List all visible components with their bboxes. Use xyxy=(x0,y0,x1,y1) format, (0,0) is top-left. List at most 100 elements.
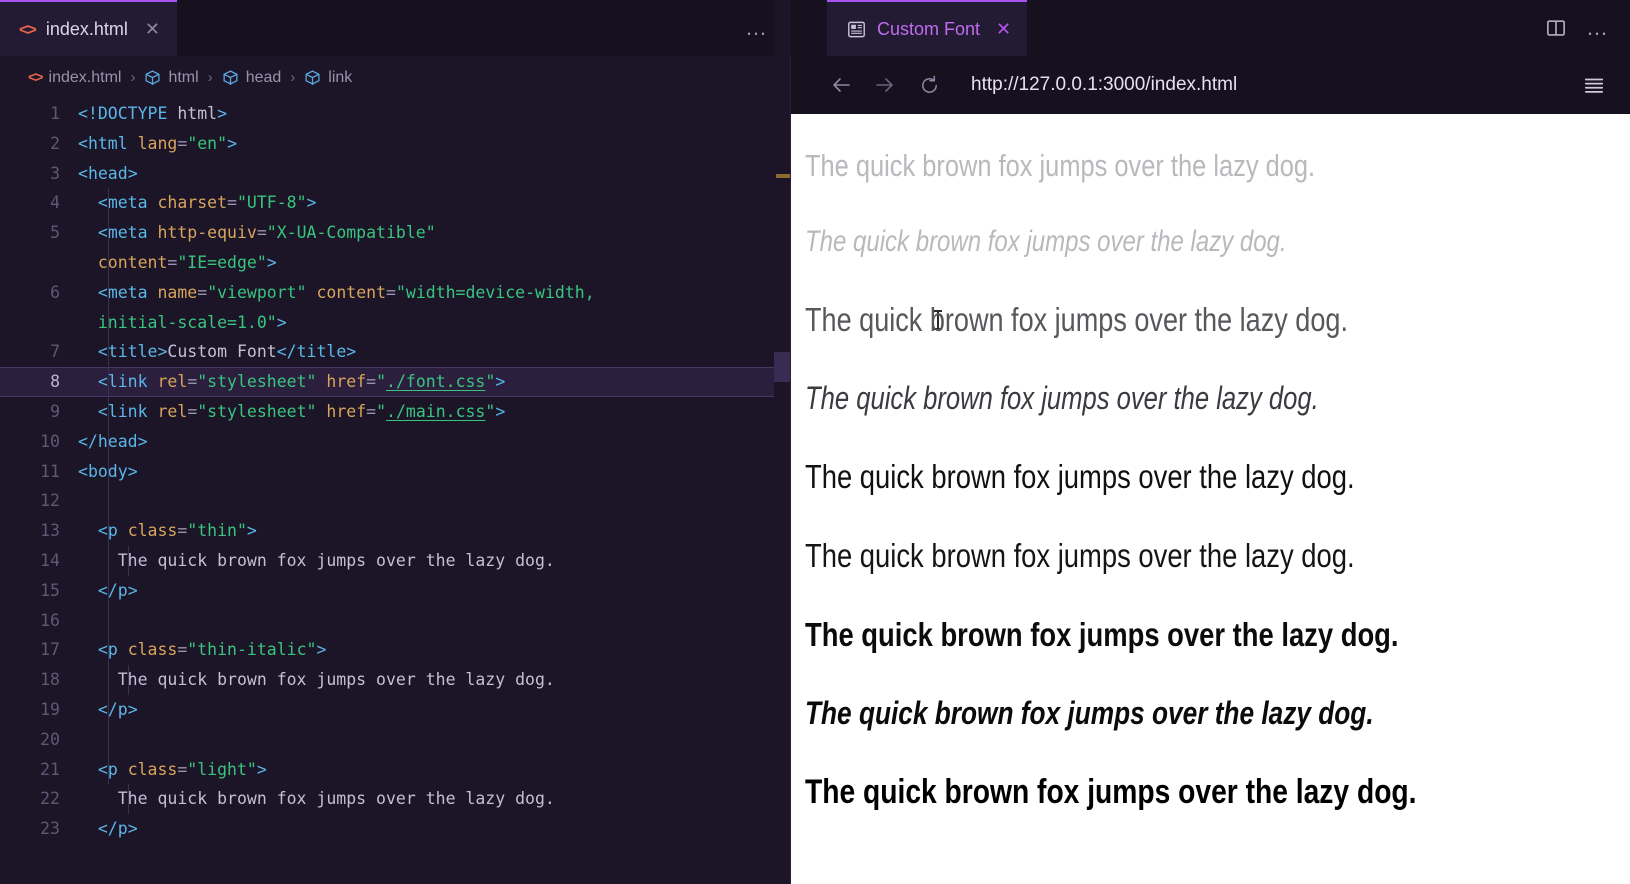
code-token-tag: p xyxy=(107,640,118,660)
reload-icon[interactable] xyxy=(907,63,951,107)
browser-tab-bar: Custom Font ✕ … xyxy=(791,0,1630,56)
code-token-text: html xyxy=(177,104,218,123)
code-line[interactable]: 12 xyxy=(0,486,791,516)
close-icon[interactable]: ✕ xyxy=(145,20,160,38)
code-line[interactable]: 20 xyxy=(0,725,791,755)
editor-tab-bar: <> index.html ✕ … xyxy=(0,0,791,56)
code-line[interactable]: 17 <p class="thin-italic"> xyxy=(0,635,791,665)
code-line-text: initial-scale=1.0"> xyxy=(78,308,791,338)
code-line[interactable]: 9 <link rel="stylesheet" href="./main.cs… xyxy=(0,397,791,427)
breadcrumb-item-html[interactable]: html xyxy=(144,68,199,87)
code-token-str: "light" xyxy=(187,759,257,779)
code-line[interactable]: content="IE=edge"> xyxy=(0,248,791,278)
code-line[interactable]: 6 <meta name="viewport" content="width=d… xyxy=(0,278,791,308)
code-token-link[interactable]: ./font.css xyxy=(386,372,485,391)
breadcrumb-item-file[interactable]: <> index.html xyxy=(28,69,121,87)
breadcrumb-item-head[interactable]: head xyxy=(222,68,282,87)
code-token-str: "UTF-8" xyxy=(236,193,307,213)
code-line-text: <head> xyxy=(78,159,791,189)
code-line[interactable]: 1 <!DOCTYPE html> xyxy=(0,99,791,129)
code-token-str: "thin" xyxy=(187,521,247,541)
line-number xyxy=(0,248,78,278)
line-number: 20 xyxy=(40,729,60,749)
code-line[interactable]: 14 The quick brown fox jumps over the la… xyxy=(0,546,791,576)
code-line[interactable]: 19 </p> xyxy=(0,695,791,725)
code-token-eq: = xyxy=(187,372,198,392)
html-file-icon: <> xyxy=(19,19,37,39)
code-token-str: "IE=edge" xyxy=(177,252,267,272)
breadcrumb-label: index.html xyxy=(48,68,122,86)
code-line[interactable]: 3 <head> xyxy=(0,159,791,189)
code-line[interactable]: 10 </head> xyxy=(0,427,791,457)
editor-tab-index-html[interactable]: <> index.html ✕ xyxy=(0,0,177,56)
code-line-text: content="IE=edge"> xyxy=(78,248,791,278)
code-line[interactable]: 5 <meta http-equiv="X-UA-Compatible" xyxy=(0,218,791,248)
line-number: 8 xyxy=(50,372,60,392)
forward-arrow-icon[interactable] xyxy=(863,63,907,107)
line-number: 21 xyxy=(40,759,60,779)
close-icon[interactable]: ✕ xyxy=(996,20,1011,38)
split-editor-icon[interactable] xyxy=(1546,18,1566,38)
code-line[interactable]: 21 <p class="light"> xyxy=(0,755,791,785)
rendered-page-viewport[interactable]: The quick brown fox jumps over the lazy … xyxy=(791,114,1630,884)
code-token-punct: < xyxy=(78,461,88,481)
code-line[interactable]: 23 </p> xyxy=(0,814,791,844)
code-token-tag: p xyxy=(117,580,128,600)
line-number: 4 xyxy=(50,193,60,213)
line-number: 18 xyxy=(40,670,60,690)
code-line[interactable]: 22 The quick brown fox jumps over the la… xyxy=(0,784,791,814)
code-line[interactable]: 7 <title>Custom Font</title> xyxy=(0,337,791,367)
code-token-link[interactable]: ./main.css xyxy=(386,402,485,421)
code-token-eq: = xyxy=(167,252,178,272)
breadcrumb-item-link[interactable]: link xyxy=(304,69,352,87)
code-token-tag: meta xyxy=(107,223,148,243)
code-token-punct: > xyxy=(346,342,357,362)
url-input[interactable]: http://127.0.0.1:3000/index.html xyxy=(951,74,1574,96)
code-token-attr: http-equiv xyxy=(157,223,257,243)
code-token-attr: href xyxy=(326,372,367,392)
overview-selection-mark xyxy=(774,352,791,382)
code-editor-content[interactable]: 1 <!DOCTYPE html> 2 <html lang="en"> 3 <head>… xyxy=(0,99,791,884)
code-token-punct: > xyxy=(495,401,506,421)
font-sample-line: The quick brown fox jumps over the lazy … xyxy=(805,380,1319,416)
code-token-attr: class xyxy=(127,521,178,541)
code-token-punct: > xyxy=(127,163,138,183)
code-line[interactable]: 2 <html lang="en"> xyxy=(0,129,791,159)
code-line-text: </p> xyxy=(78,576,791,606)
breadcrumb-label: html xyxy=(168,68,199,86)
hamburger-menu-icon[interactable] xyxy=(1574,65,1614,105)
browser-tab-spacer xyxy=(1027,0,1526,56)
font-sample-line: The quick brown fox jumps over the lazy … xyxy=(805,537,1355,574)
browser-more-actions-button[interactable]: … xyxy=(1586,17,1610,39)
code-line[interactable]: 16 xyxy=(0,606,791,636)
code-token-punct: > xyxy=(246,521,257,541)
code-token-punct: > xyxy=(127,699,138,719)
code-line[interactable]: 15 </p> xyxy=(0,576,791,606)
code-line-text: <html lang="en"> xyxy=(78,129,791,159)
code-line[interactable]: 18 The quick brown fox jumps over the la… xyxy=(0,665,791,695)
code-line[interactable]: initial-scale=1.0"> xyxy=(0,308,791,338)
breadcrumb: <> index.html › html › head › link xyxy=(0,56,791,99)
breadcrumb-label: head xyxy=(245,68,282,86)
code-token-attr: class xyxy=(127,640,178,660)
code-token-attr: rel xyxy=(157,401,188,421)
code-line[interactable]: 8 <link rel="stylesheet" href="./font.cs… xyxy=(0,367,791,397)
code-line[interactable]: 11 <body> xyxy=(0,457,791,487)
editor-tab-label: index.html xyxy=(45,18,128,39)
code-line[interactable]: 13 <p class="thin"> xyxy=(0,516,791,546)
browser-tab-custom-font[interactable]: Custom Font ✕ xyxy=(827,0,1028,56)
editor-overview-ruler[interactable] xyxy=(774,0,791,884)
code-line-text: <link rel="stylesheet" href="./font.css"… xyxy=(78,367,791,397)
font-sample-line: The quick brown fox jumps over the lazy … xyxy=(805,773,1417,811)
code-token-doctype: <!DOCTYPE xyxy=(78,104,178,123)
line-number: 17 xyxy=(40,640,60,660)
code-token-punct: > xyxy=(316,640,327,660)
code-line[interactable]: 4 <meta charset="UTF-8"> xyxy=(0,188,791,218)
line-number: 6 xyxy=(50,282,60,302)
back-arrow-icon[interactable] xyxy=(819,63,863,107)
